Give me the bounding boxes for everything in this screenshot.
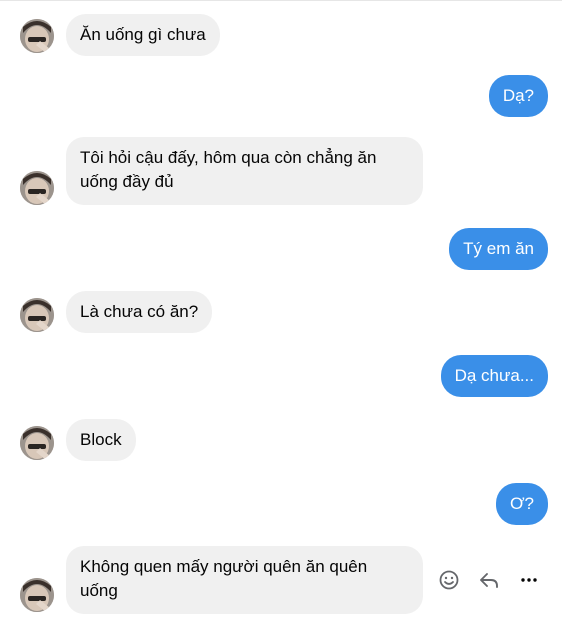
message-text: Không quen mấy người quên ăn quên uống bbox=[80, 557, 368, 600]
avatar-photo-icon bbox=[20, 426, 54, 460]
message-row-incoming: Là chưa có ăn? bbox=[0, 291, 562, 335]
message-bubble[interactable]: Ăn uống gì chưa bbox=[66, 14, 220, 56]
react-button[interactable] bbox=[436, 567, 462, 593]
message-row-outgoing: Ơ? bbox=[0, 483, 562, 527]
message-text: Là chưa có ăn? bbox=[80, 302, 199, 321]
message-text: Ăn uống gì chưa bbox=[80, 25, 206, 44]
contact-avatar[interactable] bbox=[20, 298, 54, 332]
more-options-button[interactable] bbox=[516, 567, 542, 593]
message-text: Dạ chưa... bbox=[454, 366, 534, 385]
message-row-outgoing: Dạ chưa... bbox=[0, 355, 562, 399]
message-bubble[interactable]: Không quen mấy người quên ăn quên uống bbox=[66, 546, 423, 614]
message-bubble[interactable]: Là chưa có ăn? bbox=[66, 291, 213, 333]
message-actions bbox=[436, 567, 548, 593]
message-bubble[interactable]: Tôi hỏi cậu đấy, hôm qua còn chẳng ăn uố… bbox=[66, 137, 423, 205]
message-text: Ơ? bbox=[509, 494, 534, 513]
reply-arrow-icon bbox=[480, 573, 498, 588]
message-bubble[interactable]: Ơ? bbox=[495, 483, 548, 525]
message-row-incoming: Ăn uống gì chưa bbox=[0, 14, 562, 58]
message-bubble[interactable]: Dạ? bbox=[488, 75, 548, 117]
message-row-incoming: Block bbox=[0, 419, 562, 463]
contact-avatar[interactable] bbox=[20, 19, 54, 53]
message-bubble[interactable]: Tý em ăn bbox=[449, 228, 548, 270]
chat-thread: Ăn uống gì chưa Dạ? Tôi hỏi cậu đấy, hôm… bbox=[0, 0, 562, 640]
contact-avatar[interactable] bbox=[20, 171, 54, 205]
avatar-photo-icon bbox=[20, 298, 54, 332]
contact-avatar[interactable] bbox=[20, 578, 54, 612]
message-row-outgoing: Tý em ăn bbox=[0, 228, 562, 272]
reply-button[interactable] bbox=[476, 567, 502, 593]
message-bubble[interactable]: Dạ chưa... bbox=[440, 355, 548, 397]
contact-avatar[interactable] bbox=[20, 426, 54, 460]
avatar-photo-icon bbox=[20, 578, 54, 612]
message-row-incoming: Tôi hỏi cậu đấy, hôm qua còn chẳng ăn uố… bbox=[0, 137, 562, 207]
header-divider bbox=[0, 0, 562, 1]
avatar-photo-icon bbox=[20, 19, 54, 53]
message-text: Tôi hỏi cậu đấy, hôm qua còn chẳng ăn uố… bbox=[80, 148, 377, 191]
message-text: Tý em ăn bbox=[463, 239, 534, 258]
more-dots-icon bbox=[521, 578, 537, 582]
message-text: Dạ? bbox=[502, 86, 534, 105]
message-row-outgoing: Dạ? bbox=[0, 75, 562, 119]
message-text: Block bbox=[80, 430, 122, 449]
avatar-photo-icon bbox=[20, 171, 54, 205]
smiley-react-icon bbox=[439, 570, 459, 590]
message-bubble[interactable]: Block bbox=[66, 419, 136, 461]
